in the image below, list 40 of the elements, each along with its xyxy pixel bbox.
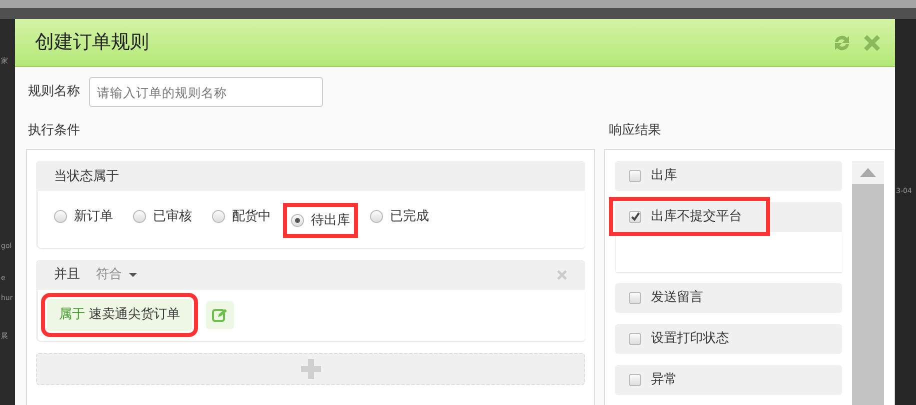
close-icon[interactable] — [557, 270, 567, 280]
radio-button[interactable] — [133, 210, 146, 223]
item-label: 异常 — [651, 370, 677, 389]
radio-button[interactable] — [291, 214, 304, 227]
add-condition-button[interactable] — [36, 352, 585, 384]
dialog-title: 创建订单规则 — [35, 30, 150, 56]
result-item[interactable]: 发送留言 — [615, 282, 842, 312]
option-label: 待出库 — [311, 212, 350, 230]
item-label: 发送留言 — [651, 288, 703, 307]
item-label: 设置打印状态 — [651, 330, 729, 348]
item-label: 出库不提交平台 — [651, 208, 742, 226]
radio-button[interactable] — [212, 210, 225, 223]
section-heading: 响应结果 — [609, 122, 661, 140]
scrollbar[interactable] — [852, 160, 884, 405]
result-item[interactable]: 设置打印状态 — [615, 324, 842, 354]
item-label: 出库 — [651, 166, 677, 185]
plus-icon — [300, 358, 320, 378]
radio-button[interactable] — [370, 210, 383, 223]
radio-button[interactable] — [54, 210, 67, 223]
checkbox[interactable] — [629, 332, 641, 344]
edit-button[interactable] — [206, 300, 234, 329]
option-label: 新订单 — [74, 208, 113, 226]
result-item[interactable]: 异常 — [615, 364, 842, 394]
edit-icon — [212, 308, 228, 322]
result-item[interactable]: 出库 — [615, 160, 842, 190]
caret-icon — [127, 271, 139, 279]
scroll-up-icon[interactable] — [860, 168, 876, 176]
checkbox[interactable] — [629, 170, 641, 182]
field-label: 规则名称 — [28, 83, 80, 102]
option-label: 已审核 — [153, 208, 192, 226]
rule-name-field[interactable]: 请输入订单的规则名称 — [89, 77, 323, 107]
group-title: 当状态属于 — [54, 168, 119, 184]
section-heading: 执行条件 — [28, 122, 81, 140]
option-label: 配货中 — [232, 208, 271, 226]
option-label: 已完成 — [390, 208, 429, 226]
condition-tag[interactable]: 属于 速卖通尖货订单 — [47, 299, 192, 330]
checkbox[interactable] — [629, 292, 641, 304]
checkbox[interactable] — [629, 210, 641, 222]
checkbox[interactable] — [629, 374, 641, 386]
group-title: 并且 — [54, 266, 80, 284]
